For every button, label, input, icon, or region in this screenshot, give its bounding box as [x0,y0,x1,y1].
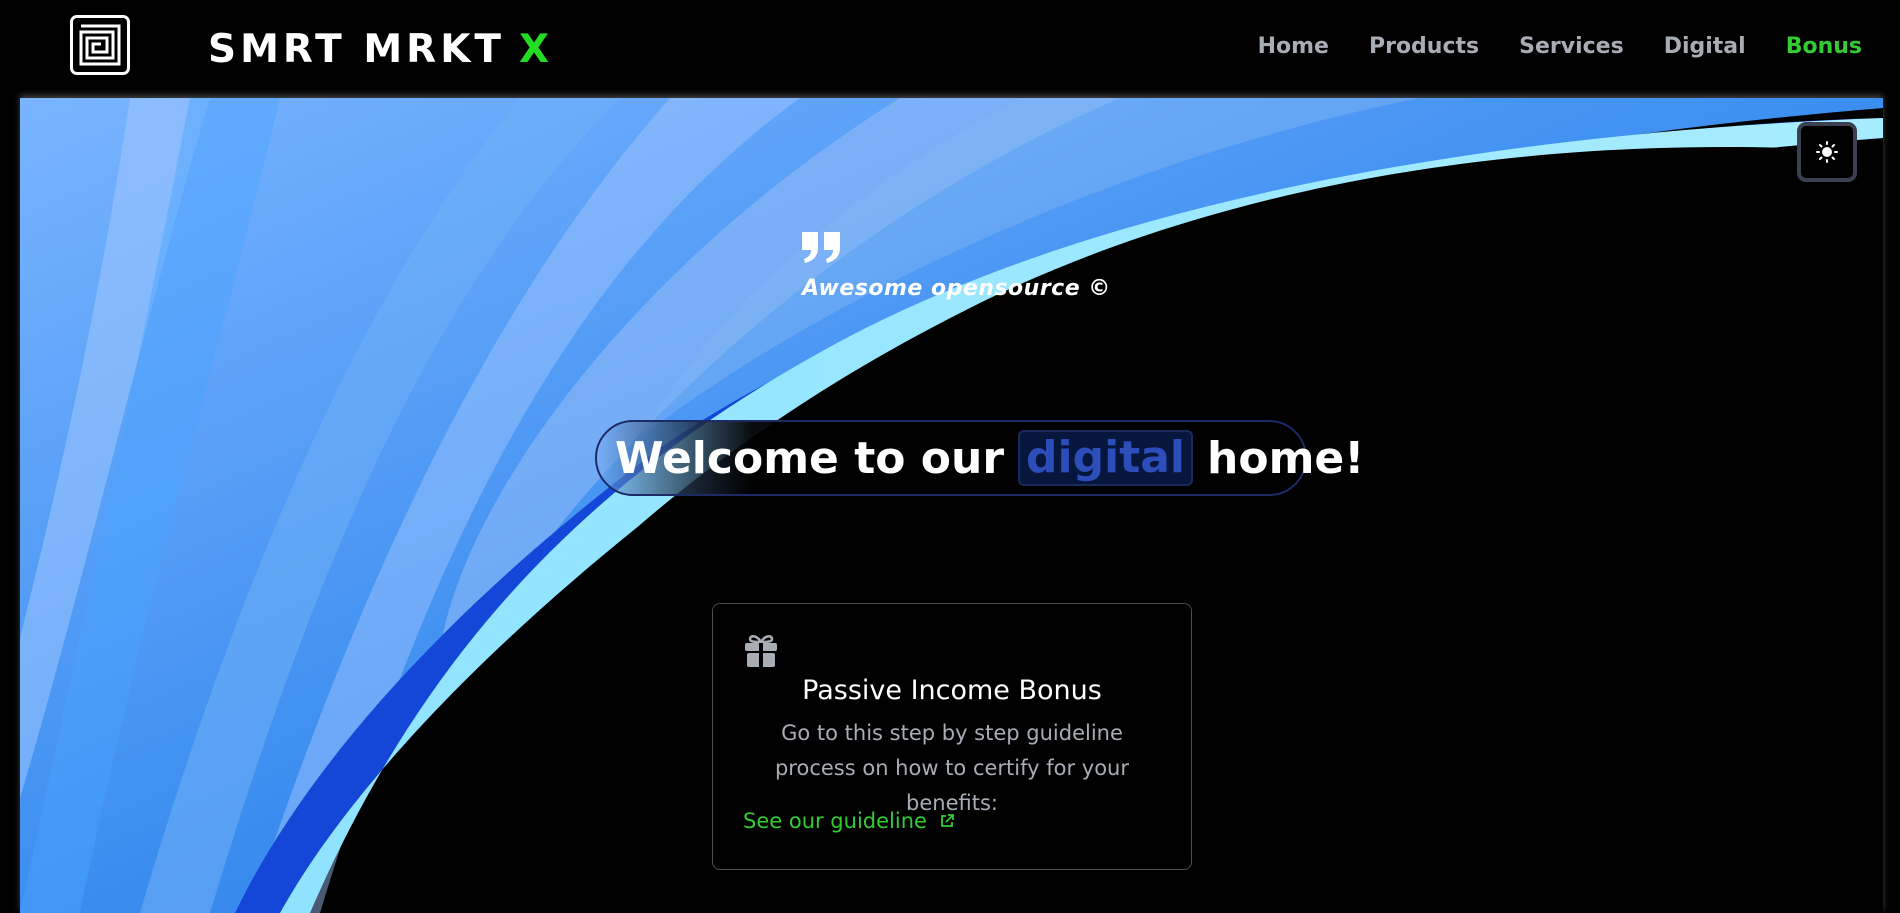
brand-name[interactable]: SMRT MRKT X [208,24,553,74]
welcome-banner: Welcome to our digital home! [595,420,1364,496]
bonus-card: Passive Income Bonus Go to this step by … [712,603,1192,870]
brand-suffix: X [519,26,554,72]
welcome-text-after: home! [1207,432,1365,484]
quote-text: Awesome opensource © [802,276,1111,301]
theme-toggle-button[interactable] [1797,122,1857,182]
nav-link-digital[interactable]: Digital [1664,34,1746,59]
brand-text: SMRT MRKT [208,26,506,72]
maze-logo-icon[interactable] [70,15,130,75]
card-title: Passive Income Bonus [802,675,1102,706]
sun-icon [1816,141,1838,163]
guideline-link[interactable]: See our guideline [743,809,955,833]
nav-links: Home Products Services Digital Bonus [1258,28,1862,64]
top-navbar: SMRT MRKT X Home Products Services Digit… [0,0,1900,98]
nav-link-bonus[interactable]: Bonus [1786,34,1862,59]
external-link-icon [941,814,954,827]
card-description: Go to this step by step guideline proces… [774,721,1130,815]
guideline-link-label: See our guideline [743,809,927,833]
welcome-highlight: digital [1018,430,1194,486]
nav-link-products[interactable]: Products [1369,34,1479,59]
nav-link-home[interactable]: Home [1258,34,1329,59]
nav-link-services[interactable]: Services [1519,34,1624,59]
quote-icon [802,232,840,263]
welcome-text-before: Welcome to our [615,432,1005,484]
gift-icon [745,635,777,667]
